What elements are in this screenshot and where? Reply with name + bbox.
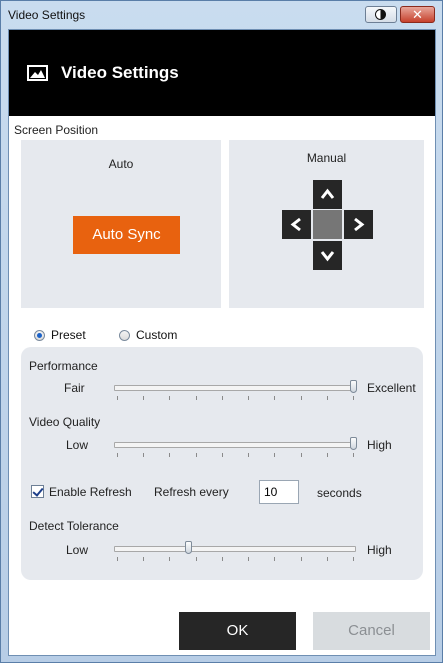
slider-track bbox=[114, 442, 356, 448]
performance-slider[interactable] bbox=[114, 379, 357, 400]
slider-tick bbox=[143, 396, 144, 400]
close-icon: ✕ bbox=[412, 7, 423, 22]
slider-tick bbox=[274, 557, 275, 561]
move-up-button[interactable] bbox=[313, 180, 342, 209]
performance-max-label: Excellent bbox=[367, 381, 416, 395]
dialog-window: Video Settings ✕ Video Settings Screen P… bbox=[0, 0, 443, 663]
performance-min-label: Fair bbox=[64, 381, 85, 395]
slider-tick bbox=[169, 453, 170, 457]
auto-sync-button[interactable]: Auto Sync bbox=[73, 216, 180, 254]
video-quality-max-label: High bbox=[367, 438, 392, 452]
refresh-unit-label: seconds bbox=[317, 486, 362, 500]
video-quality-slider[interactable] bbox=[114, 436, 357, 457]
slider-tick bbox=[143, 557, 144, 561]
header-band: Video Settings bbox=[9, 30, 435, 116]
detect-tolerance-max-label: High bbox=[367, 543, 392, 557]
slider-tick bbox=[301, 396, 302, 400]
slider-tick bbox=[196, 557, 197, 561]
slider-tick bbox=[248, 557, 249, 561]
slider-tick bbox=[222, 396, 223, 400]
slider-thumb[interactable] bbox=[185, 541, 192, 554]
slider-tick bbox=[248, 396, 249, 400]
chevron-down-icon bbox=[320, 251, 335, 262]
slider-tick bbox=[327, 453, 328, 457]
slider-tick bbox=[196, 396, 197, 400]
chevron-left-icon bbox=[290, 217, 301, 232]
refresh-every-label: Refresh every bbox=[154, 485, 229, 499]
detect-tolerance-slider[interactable] bbox=[114, 540, 356, 561]
slider-tick bbox=[353, 396, 354, 400]
detect-tolerance-label: Detect Tolerance bbox=[29, 519, 119, 533]
manual-panel: Manual bbox=[229, 140, 424, 308]
slider-track bbox=[114, 385, 356, 391]
slider-track bbox=[114, 546, 356, 552]
slider-thumb[interactable] bbox=[350, 380, 357, 393]
slider-tick bbox=[222, 557, 223, 561]
header-title: Video Settings bbox=[61, 63, 179, 82]
window-title: Video Settings bbox=[8, 8, 86, 22]
preset-radio[interactable] bbox=[34, 330, 45, 341]
cancel-button[interactable]: Cancel bbox=[313, 612, 430, 650]
detect-tolerance-min-label: Low bbox=[66, 543, 89, 557]
slider-tick bbox=[248, 453, 249, 457]
chevron-up-icon bbox=[320, 188, 335, 199]
slider-tick bbox=[117, 396, 118, 400]
auto-panel-title: Auto bbox=[108, 157, 134, 171]
slider-tick bbox=[196, 453, 197, 457]
enable-refresh-checkbox[interactable] bbox=[31, 485, 44, 498]
close-button[interactable]: ✕ bbox=[400, 6, 435, 23]
enable-refresh-label: Enable Refresh bbox=[49, 485, 132, 499]
auto-panel: Auto Auto Sync bbox=[21, 140, 221, 308]
slider-tick bbox=[327, 396, 328, 400]
settings-panel: Performance Fair Excellent Video Quality… bbox=[21, 347, 423, 580]
manual-panel-title: Manual bbox=[306, 151, 347, 165]
refresh-interval-input[interactable] bbox=[259, 480, 299, 504]
dialog-client-area: Video Settings Screen Position Auto Auto… bbox=[8, 29, 436, 656]
move-left-button[interactable] bbox=[282, 210, 311, 239]
slider-tick bbox=[169, 396, 170, 400]
slider-tick bbox=[301, 557, 302, 561]
slider-tick bbox=[117, 557, 118, 561]
dpad-center bbox=[313, 210, 342, 239]
slider-tick bbox=[222, 453, 223, 457]
video-quality-label: Video Quality bbox=[29, 415, 101, 429]
contrast-toggle-button[interactable] bbox=[365, 6, 397, 23]
performance-label: Performance bbox=[29, 359, 98, 373]
slider-tick bbox=[274, 453, 275, 457]
slider-tick bbox=[353, 557, 354, 561]
move-down-button[interactable] bbox=[313, 241, 342, 270]
ok-button[interactable]: OK bbox=[179, 612, 296, 650]
slider-tick bbox=[327, 557, 328, 561]
custom-radio[interactable] bbox=[119, 330, 130, 341]
slider-tick bbox=[301, 453, 302, 457]
chevron-right-icon bbox=[354, 217, 365, 232]
slider-tick bbox=[169, 557, 170, 561]
video-quality-min-label: Low bbox=[66, 438, 89, 452]
title-bar: Video Settings ✕ bbox=[1, 1, 442, 29]
custom-radio-label: Custom bbox=[136, 328, 178, 342]
contrast-icon bbox=[375, 9, 386, 20]
image-icon bbox=[27, 65, 48, 81]
slider-tick bbox=[353, 453, 354, 457]
preset-radio-label: Preset bbox=[51, 328, 86, 342]
slider-tick bbox=[117, 453, 118, 457]
screen-position-label: Screen Position bbox=[14, 123, 99, 137]
slider-tick bbox=[274, 396, 275, 400]
slider-tick bbox=[143, 453, 144, 457]
move-right-button[interactable] bbox=[344, 210, 373, 239]
slider-thumb[interactable] bbox=[350, 437, 357, 450]
